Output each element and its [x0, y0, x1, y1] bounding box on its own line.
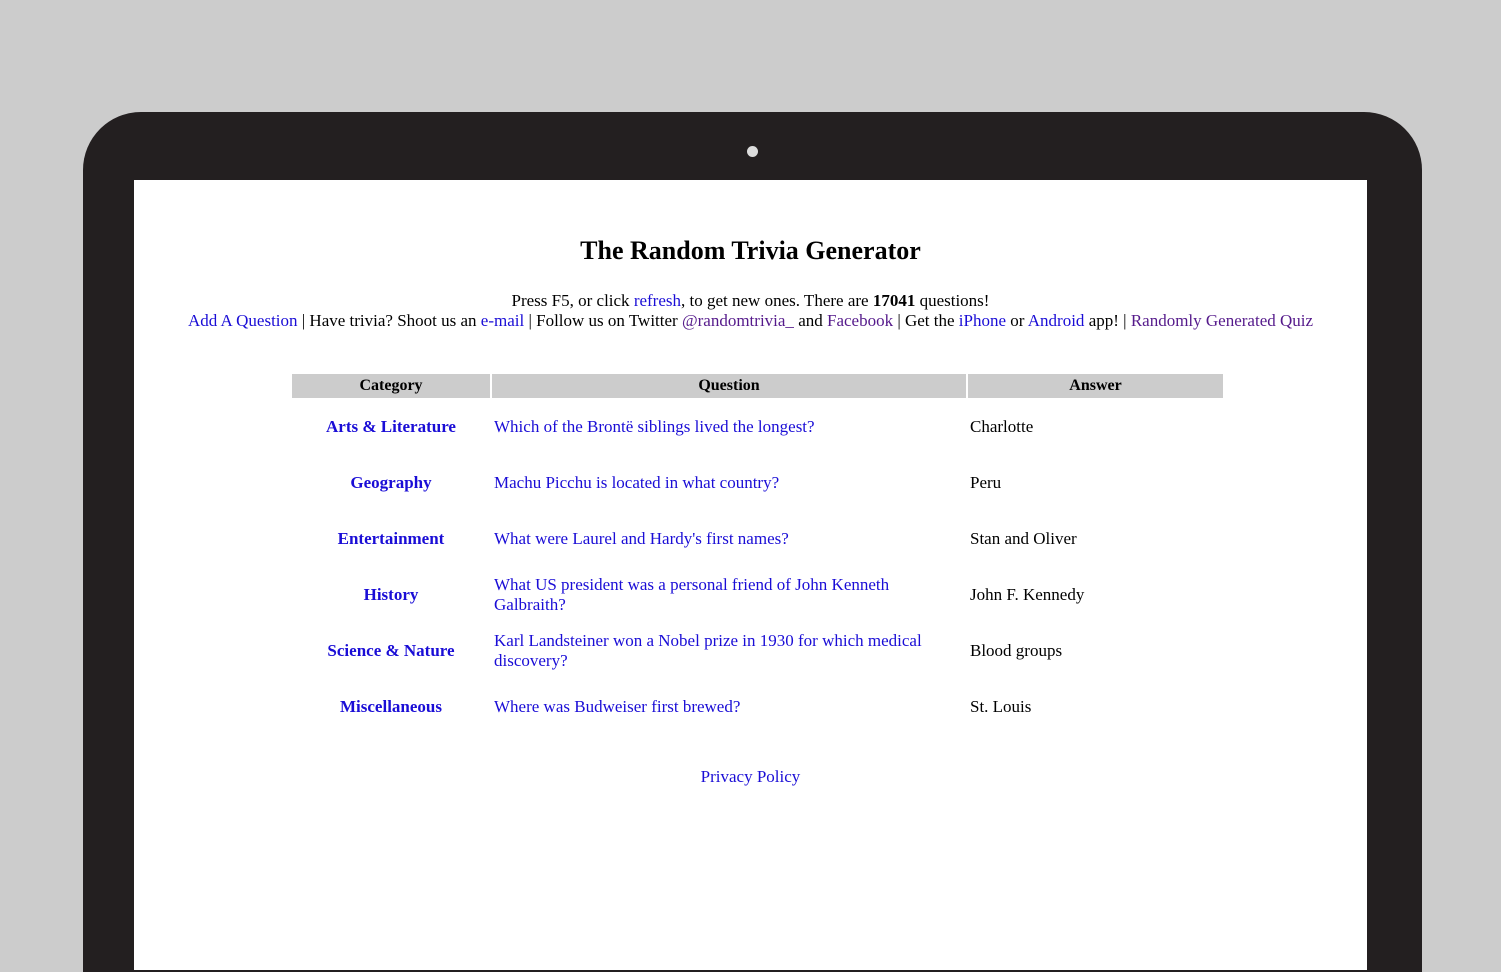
question-link[interactable]: Where was Budweiser first brewed?: [494, 697, 740, 716]
answer-cell: St. Louis: [970, 697, 1032, 716]
intro-line: Press F5, or click refresh, to get new o…: [134, 291, 1367, 311]
intro-suffix: questions!: [915, 291, 990, 310]
category-link[interactable]: Miscellaneous: [340, 697, 442, 716]
facebook-link[interactable]: Facebook: [827, 311, 893, 330]
category-link[interactable]: Science & Nature: [327, 641, 454, 660]
answer-cell: Stan and Oliver: [970, 529, 1077, 548]
links-sep-3: | Get the: [893, 311, 959, 330]
question-link[interactable]: Machu Picchu is located in what country?: [494, 473, 779, 492]
page-title: The Random Trivia Generator: [580, 236, 921, 265]
laptop-frame: The Random Trivia Generator Press F5, or…: [83, 112, 1422, 972]
category-link[interactable]: Entertainment: [338, 529, 445, 548]
twitter-link[interactable]: @randomtrivia_: [682, 311, 794, 330]
table-row: Arts & Literature Which of the Brontë si…: [292, 400, 1223, 454]
answer-cell: Peru: [970, 473, 1002, 492]
answer-cell: Charlotte: [970, 417, 1034, 436]
header-question: Question: [492, 374, 966, 398]
header-answer: Answer: [968, 374, 1223, 398]
table-header-row: Category Question Answer: [292, 374, 1223, 398]
nav-links: Add A Question | Have trivia? Shoot us a…: [134, 311, 1367, 331]
browser-viewport: The Random Trivia Generator Press F5, or…: [134, 180, 1367, 970]
table-row: Entertainment What were Laurel and Hardy…: [292, 512, 1223, 566]
header-category: Category: [292, 374, 490, 398]
question-link[interactable]: Karl Landsteiner won a Nobel prize in 19…: [494, 631, 922, 670]
table-row: Science & Nature Karl Landsteiner won a …: [292, 624, 1223, 678]
add-question-link[interactable]: Add A Question: [188, 311, 298, 330]
random-quiz-link[interactable]: Randomly Generated Quiz: [1131, 311, 1313, 330]
question-link[interactable]: What US president was a personal friend …: [494, 575, 889, 614]
trivia-table: Category Question Answer Arts & Literatu…: [290, 372, 1225, 736]
links-and: and: [793, 311, 827, 330]
intro-prefix: Press F5, or click: [511, 291, 634, 310]
answer-cell: Blood groups: [970, 641, 1063, 660]
links-sep-4: app! |: [1084, 311, 1131, 330]
email-link[interactable]: e-mail: [481, 311, 524, 330]
category-link[interactable]: Geography: [350, 473, 431, 492]
iphone-link[interactable]: iPhone: [959, 311, 1006, 330]
android-link[interactable]: Android: [1028, 311, 1085, 330]
table-row: History What US president was a personal…: [292, 568, 1223, 622]
links-or: or: [1006, 311, 1028, 330]
privacy-policy-link[interactable]: Privacy Policy: [701, 767, 801, 786]
table-row: Geography Machu Picchu is located in wha…: [292, 456, 1223, 510]
answer-cell: John F. Kennedy: [970, 585, 1085, 604]
question-count: 17041: [872, 291, 916, 310]
table-row: Miscellaneous Where was Budweiser first …: [292, 680, 1223, 734]
links-sep-2: | Follow us on Twitter: [524, 311, 682, 330]
category-link[interactable]: History: [364, 585, 419, 604]
footer: Privacy Policy: [134, 767, 1367, 787]
refresh-link[interactable]: refresh: [634, 291, 681, 310]
question-link[interactable]: What were Laurel and Hardy's first names…: [494, 529, 789, 548]
links-sep-1: | Have trivia? Shoot us an: [297, 311, 481, 330]
intro-middle: , to get new ones. There are: [681, 291, 873, 310]
category-link[interactable]: Arts & Literature: [326, 417, 456, 436]
camera-icon: [747, 146, 758, 157]
question-link[interactable]: Which of the Brontë siblings lived the l…: [494, 417, 815, 436]
